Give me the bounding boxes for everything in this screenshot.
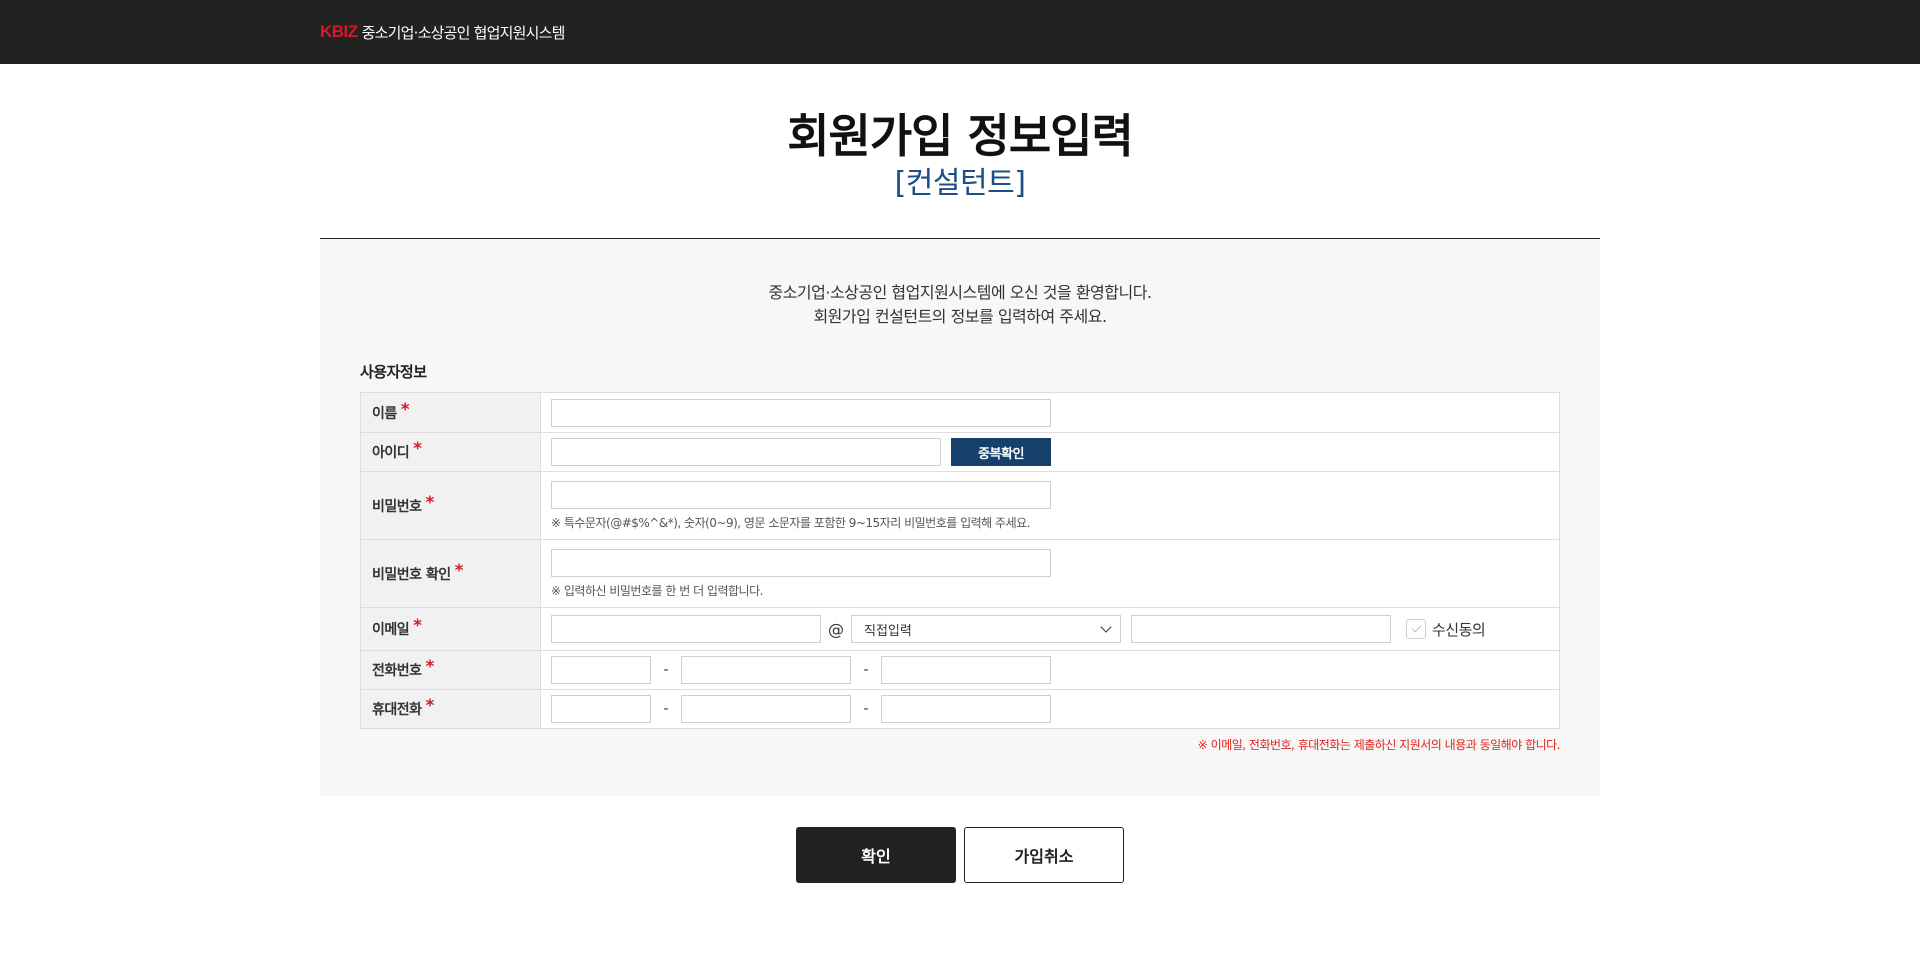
content-name — [541, 393, 1559, 432]
email-domain-select[interactable]: 직접입력 — [851, 615, 1121, 643]
row-mobile: 휴대전화 * - - — [360, 690, 1560, 729]
label-phone: 전화번호 * — [361, 651, 541, 689]
chevron-down-icon — [1100, 621, 1112, 633]
user-info-table: 이름 * 아이디 * 중복확인 비밀번호 * ※ 특수문자(@#$%^&*), … — [360, 392, 1560, 729]
label-mobile: 휴대전화 * — [361, 690, 541, 728]
content-email: @ 직접입력 수신동의 — [541, 608, 1559, 650]
confirm-button[interactable]: 확인 — [796, 827, 956, 883]
content-mobile: - - — [541, 690, 1559, 728]
label-password-text: 비밀번호 — [372, 498, 422, 515]
label-email-text: 이메일 — [372, 622, 410, 638]
userid-input[interactable] — [551, 438, 941, 466]
password-hint: ※ 특수문자(@#$%^&*), 숫자(0~9), 영문 소문자를 포함한 9~… — [551, 515, 1030, 530]
top-header-bar: KBIZ 중소기업·소상공인 협업지원시스템 — [0, 0, 1920, 64]
label-password: 비밀번호 * — [361, 472, 541, 539]
content-password-confirm: ※ 입력하신 비밀번호를 한 번 더 입력합니다. — [541, 540, 1559, 607]
label-email: 이메일 * — [361, 608, 541, 650]
required-mark: * — [413, 616, 422, 636]
required-mark: * — [413, 439, 422, 459]
content-phone: - - — [541, 651, 1559, 689]
required-mark: * — [425, 657, 435, 677]
label-password-confirm-text: 비밀번호 확인 — [372, 566, 451, 583]
content-userid: 중복확인 — [541, 433, 1559, 471]
kbiz-logo[interactable]: KBIZ 중소기업·소상공인 협업지원시스템 — [320, 21, 565, 43]
row-password: 비밀번호 * ※ 특수문자(@#$%^&*), 숫자(0~9), 영문 소문자를… — [360, 472, 1560, 540]
email-local-input[interactable] — [551, 615, 821, 643]
required-mark: * — [425, 696, 435, 716]
mobile-part3-input[interactable] — [881, 695, 1051, 723]
password-input[interactable] — [551, 480, 1051, 509]
required-mark: * — [454, 560, 464, 581]
phone-part3-input[interactable] — [881, 656, 1051, 684]
duplicate-check-button[interactable]: 중복확인 — [951, 438, 1051, 466]
logo-mark: KBIZ — [320, 22, 358, 41]
check-icon — [1411, 622, 1421, 633]
email-agree-label: 수신동의 — [1432, 620, 1486, 639]
label-phone-text: 전화번호 — [372, 663, 422, 679]
phone-separator: - — [863, 662, 869, 678]
welcome-line-2: 회원가입 컨설턴트의 정보를 입력하여 주세요. — [813, 307, 1107, 326]
page-title: 회원가입 정보입력 — [787, 109, 1134, 163]
label-name-text: 이름 — [372, 405, 397, 422]
mobile-part1-input[interactable] — [551, 695, 651, 723]
welcome-message: 중소기업·소상공인 협업지원시스템에 오신 것을 환영합니다. 회원가입 컨설턴… — [320, 281, 1600, 329]
row-userid: 아이디 * 중복확인 — [360, 433, 1560, 472]
phone-part2-input[interactable] — [681, 656, 851, 684]
signup-form-panel: 중소기업·소상공인 협업지원시스템에 오신 것을 환영합니다. 회원가입 컨설턴… — [320, 238, 1600, 796]
page-subtitle: [컨설턴트] — [894, 166, 1026, 201]
label-mobile-text: 휴대전화 — [372, 702, 422, 718]
row-password-confirm: 비밀번호 확인 * ※ 입력하신 비밀번호를 한 번 더 입력합니다. — [360, 540, 1560, 608]
content-password: ※ 특수문자(@#$%^&*), 숫자(0~9), 영문 소문자를 포함한 9~… — [541, 472, 1559, 539]
logo-text: 중소기업·소상공인 협업지원시스템 — [361, 23, 566, 42]
label-password-confirm: 비밀번호 확인 * — [361, 540, 541, 607]
label-name: 이름 * — [361, 393, 541, 432]
password-confirm-input[interactable] — [551, 548, 1051, 577]
password-confirm-hint: ※ 입력하신 비밀번호를 한 번 더 입력합니다. — [551, 583, 763, 598]
name-input[interactable] — [551, 398, 1051, 427]
welcome-line-1: 중소기업·소상공인 협업지원시스템에 오신 것을 환영합니다. — [768, 283, 1152, 302]
label-userid-text: 아이디 — [372, 445, 410, 461]
required-mark: * — [425, 492, 435, 513]
form-actions: 확인 가입취소 — [796, 827, 1124, 883]
mobile-separator: - — [663, 701, 669, 717]
required-mark: * — [400, 399, 410, 420]
label-userid: 아이디 * — [361, 433, 541, 471]
mobile-separator: - — [863, 701, 869, 717]
email-agree-checkbox[interactable] — [1406, 619, 1426, 639]
email-domain-select-value: 직접입력 — [864, 623, 912, 639]
email-agree[interactable]: 수신동의 — [1406, 619, 1486, 640]
row-phone: 전화번호 * - - — [360, 651, 1560, 690]
contact-notice: ※ 이메일, 전화번호, 휴대전화는 제출하신 지원서의 내용과 동일해야 합니… — [1197, 738, 1561, 752]
phone-part1-input[interactable] — [551, 656, 651, 684]
row-email: 이메일 * @ 직접입력 수신동의 — [360, 608, 1560, 651]
section-title-user-info: 사용자정보 — [360, 363, 427, 381]
row-name: 이름 * — [360, 393, 1560, 433]
email-domain-input[interactable] — [1131, 615, 1391, 643]
mobile-part2-input[interactable] — [681, 695, 851, 723]
phone-separator: - — [663, 662, 669, 678]
cancel-signup-button[interactable]: 가입취소 — [964, 827, 1124, 883]
email-at-sign: @ — [828, 619, 844, 639]
